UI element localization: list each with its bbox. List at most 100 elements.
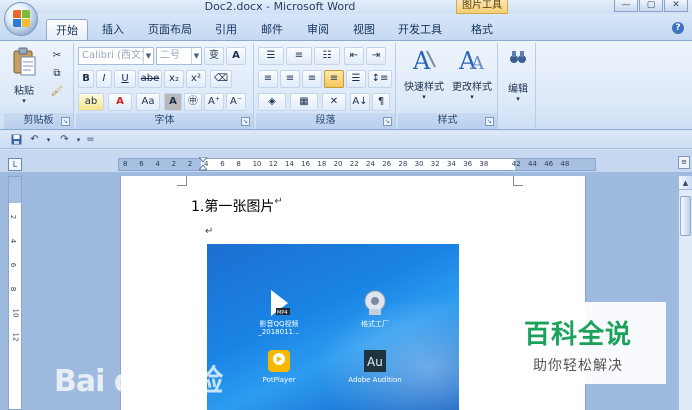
desktop-icon-potplayer: PotPlayer (249, 348, 309, 384)
group-editing: 编辑 ▾ (500, 43, 536, 129)
paste-label: 粘贴 (14, 86, 34, 97)
line-spacing-button[interactable]: ↕≡ (368, 70, 392, 88)
scrollbar-thumb[interactable] (680, 196, 691, 236)
change-styles-button[interactable]: A A 更改样式 ▾ (448, 45, 496, 105)
justify-button[interactable]: ≡ (324, 70, 344, 88)
tab-developer[interactable]: 开发工具 (390, 19, 450, 40)
binoculars-icon (510, 51, 526, 63)
justify-icon: ≡ (329, 73, 339, 84)
change-case-button[interactable]: Aa (136, 93, 160, 111)
desktop-icon-label: 影音QQ视频_2018011... (258, 320, 300, 336)
align-center-button[interactable]: ≡ (280, 70, 300, 88)
ruler-tick-label: 38 (479, 160, 489, 168)
inserted-picture[interactable]: MP4 影音QQ视频_2018011... 格式工厂 PotPlayer Au (207, 244, 459, 410)
highlighter-icon: ab (84, 96, 98, 107)
font-color-button[interactable]: A (108, 93, 132, 111)
paragraph-launcher-icon[interactable]: ↘ (383, 117, 392, 126)
show-marks-button[interactable]: ¶ (372, 93, 390, 111)
baike-subtitle: 助你轻松解决 (533, 358, 623, 374)
subscript-button[interactable]: x₂ (164, 70, 184, 88)
styles-launcher-icon[interactable]: ↘ (485, 117, 494, 126)
format-painter-button[interactable]: 🖌 (48, 83, 66, 101)
copy-button[interactable]: ⧉ (48, 65, 66, 83)
align-right-button[interactable]: ≡ (302, 70, 322, 88)
save-icon[interactable] (10, 134, 23, 146)
baike-title: 百科全说 (523, 320, 632, 350)
redo-icon[interactable]: ↷ (58, 134, 71, 146)
vruler-tick-label: 2 (9, 214, 18, 220)
quick-styles-button[interactable]: A 快速样式 ▾ (400, 45, 448, 105)
numbering-button[interactable]: ≡ (286, 47, 312, 65)
align-left-button[interactable]: ≡ (258, 70, 278, 88)
ruler-tick-label: 44 (528, 160, 537, 168)
help-icon[interactable]: ? (672, 22, 684, 34)
cut-button[interactable]: ✂ (48, 47, 66, 65)
vertical-ruler[interactable]: 2 4 6 8 10 12 (8, 176, 22, 410)
font-name-combo[interactable]: Calibri (西文) ▼ (78, 47, 154, 65)
clipboard-launcher-icon[interactable]: ↘ (61, 117, 70, 126)
shading-button[interactable]: ◈ (258, 93, 286, 111)
chinese-layout-button[interactable]: ✕ (322, 93, 346, 111)
view-ruler-button[interactable]: ≡ (678, 156, 690, 169)
distributed-button[interactable]: ☰ (346, 70, 366, 88)
indent-marker-icon[interactable] (199, 157, 207, 171)
ruler-right-margin (515, 159, 595, 170)
customize-qat-icon[interactable]: = (84, 134, 97, 146)
increase-indent-button[interactable]: ⇥ (366, 47, 386, 65)
vertical-scrollbar[interactable]: ▲ (678, 176, 692, 410)
paste-button[interactable]: 粘贴 ▾ (8, 47, 40, 107)
tab-format[interactable]: 格式 (458, 19, 506, 40)
multilevel-list-button[interactable]: ☷ (314, 47, 340, 65)
font-size-combo[interactable]: 二号 ▼ (156, 47, 202, 65)
undo-icon[interactable]: ↶ (28, 134, 41, 146)
shrink-font-button[interactable]: A⁻ (226, 93, 246, 111)
tab-review[interactable]: 审阅 (298, 19, 338, 40)
ruler-tick-label: 6 (220, 160, 225, 168)
phonetic-guide-button[interactable]: 变 (204, 47, 224, 65)
ruler-tick-label: 2 (171, 160, 177, 168)
bullets-button[interactable]: ☰ (258, 47, 284, 65)
horizontal-ruler[interactable]: 8 6 4 2 2 4 6 8 10 12 14 16 18 20 22 24 26 28 30 32 34 36 38 42… (118, 157, 596, 171)
editing-label: 编辑 (508, 84, 528, 95)
ruler-tick-label: 10 (252, 160, 262, 168)
clear-formatting-button[interactable]: ⌫ (210, 70, 232, 88)
enclose-chars-button[interactable]: ㊥ (184, 93, 202, 111)
bold-button[interactable]: B (78, 70, 94, 88)
maximize-button[interactable]: ▢ (639, 0, 663, 12)
char-border-button[interactable]: A (226, 47, 246, 65)
numbered-list-icon: ≡ (294, 50, 304, 61)
tab-page-layout[interactable]: 页面布局 (140, 19, 200, 40)
ruler-tick-label: 8 (236, 160, 241, 168)
editing-button[interactable]: 编辑 ▾ (502, 47, 534, 107)
office-button[interactable] (4, 2, 38, 36)
tab-selector-button[interactable]: L (8, 158, 22, 171)
desktop-icon-audition: Au Adobe Audition (345, 348, 405, 384)
grow-font-button[interactable]: A⁺ (204, 93, 224, 111)
font-launcher-icon[interactable]: ↘ (241, 117, 250, 126)
underline-button[interactable]: U (114, 70, 136, 88)
char-shading-button[interactable]: A (164, 93, 182, 111)
chevron-down-icon: ▾ (470, 93, 474, 101)
tab-references[interactable]: 引用 (206, 19, 246, 40)
tab-mailings[interactable]: 邮件 (252, 19, 292, 40)
font-name-value: Calibri (西文) (82, 50, 145, 61)
tab-insert[interactable]: 插入 (94, 19, 132, 40)
close-button[interactable]: ✕ (664, 0, 688, 12)
tab-home[interactable]: 开始 (46, 19, 88, 40)
strikethrough-button[interactable]: abe (138, 70, 162, 88)
tab-view[interactable]: 视图 (344, 19, 384, 40)
desktop-icon-mp4: MP4 影音QQ视频_2018011... (249, 288, 309, 336)
scroll-up-icon[interactable]: ▲ (679, 176, 692, 190)
align-right-icon: ≡ (307, 73, 317, 84)
ruler-tick-label: 12 (268, 160, 278, 168)
chevron-down-icon[interactable]: ▾ (42, 134, 55, 146)
document-heading[interactable]: 1.第一张图片 ↵ (191, 196, 283, 216)
superscript-button[interactable]: x² (186, 70, 206, 88)
potplayer-icon (268, 350, 290, 372)
highlight-button[interactable]: ab (78, 93, 104, 111)
minimize-button[interactable]: — (614, 0, 638, 12)
decrease-indent-button[interactable]: ⇤ (344, 47, 364, 65)
sort-button[interactable]: A↓ (350, 93, 370, 111)
italic-button[interactable]: I (96, 70, 112, 88)
borders-button[interactable]: ▦ (290, 93, 318, 111)
